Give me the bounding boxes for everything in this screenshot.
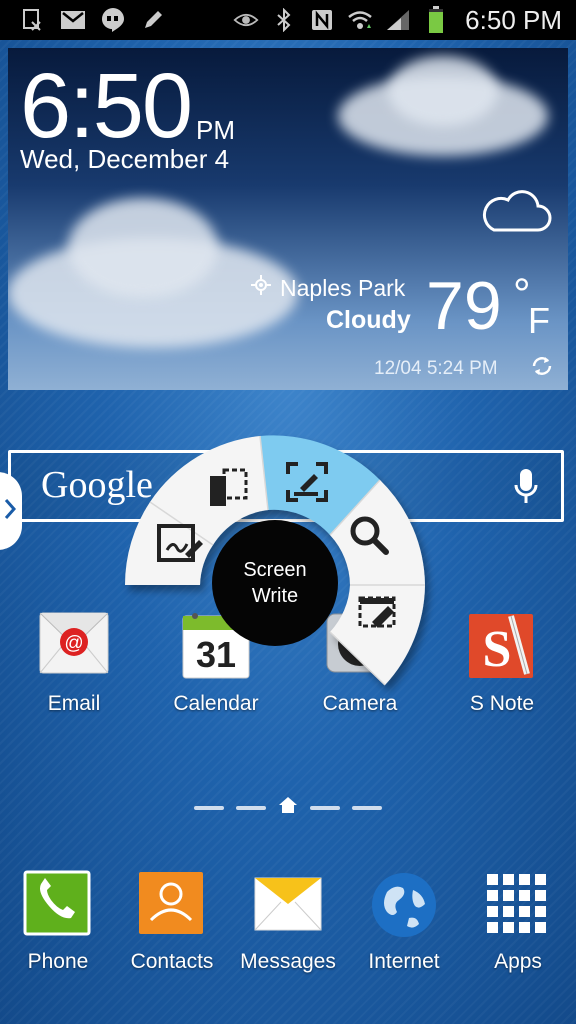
home-page-icon [278,796,298,819]
contacts-app-icon [137,870,207,940]
messages-app-icon [253,870,323,940]
app-label: Messages [240,950,336,973]
app-internet[interactable]: Internet [344,870,464,974]
app-messages[interactable]: Messages [228,870,348,974]
screen-write-icon[interactable] [286,462,328,507]
app-label: Apps [494,950,542,973]
phone-app-icon [23,870,93,940]
app-label: Internet [368,950,440,973]
app-apps-drawer[interactable]: Apps [458,870,576,974]
apps-grid-icon [483,870,553,940]
page-dot [194,805,224,810]
app-label: Phone [27,950,89,973]
center-label-line1: Screen [243,559,307,581]
center-label-line2: Write [251,585,299,607]
page-dot [236,805,266,810]
app-contacts[interactable]: Contacts [112,870,232,974]
pen-window-icon[interactable] [358,592,400,635]
app-phone[interactable]: Phone [0,870,118,974]
page-dot [310,805,340,810]
page-dot [352,805,382,810]
app-label: Contacts [130,950,214,973]
scrap-booker-icon[interactable] [208,468,250,513]
action-memo-icon[interactable] [157,524,203,571]
screen-write-center-button[interactable]: Screen Write [212,520,338,646]
globe-icon [369,870,439,940]
s-finder-icon[interactable] [348,514,390,561]
page-indicator [0,796,576,819]
